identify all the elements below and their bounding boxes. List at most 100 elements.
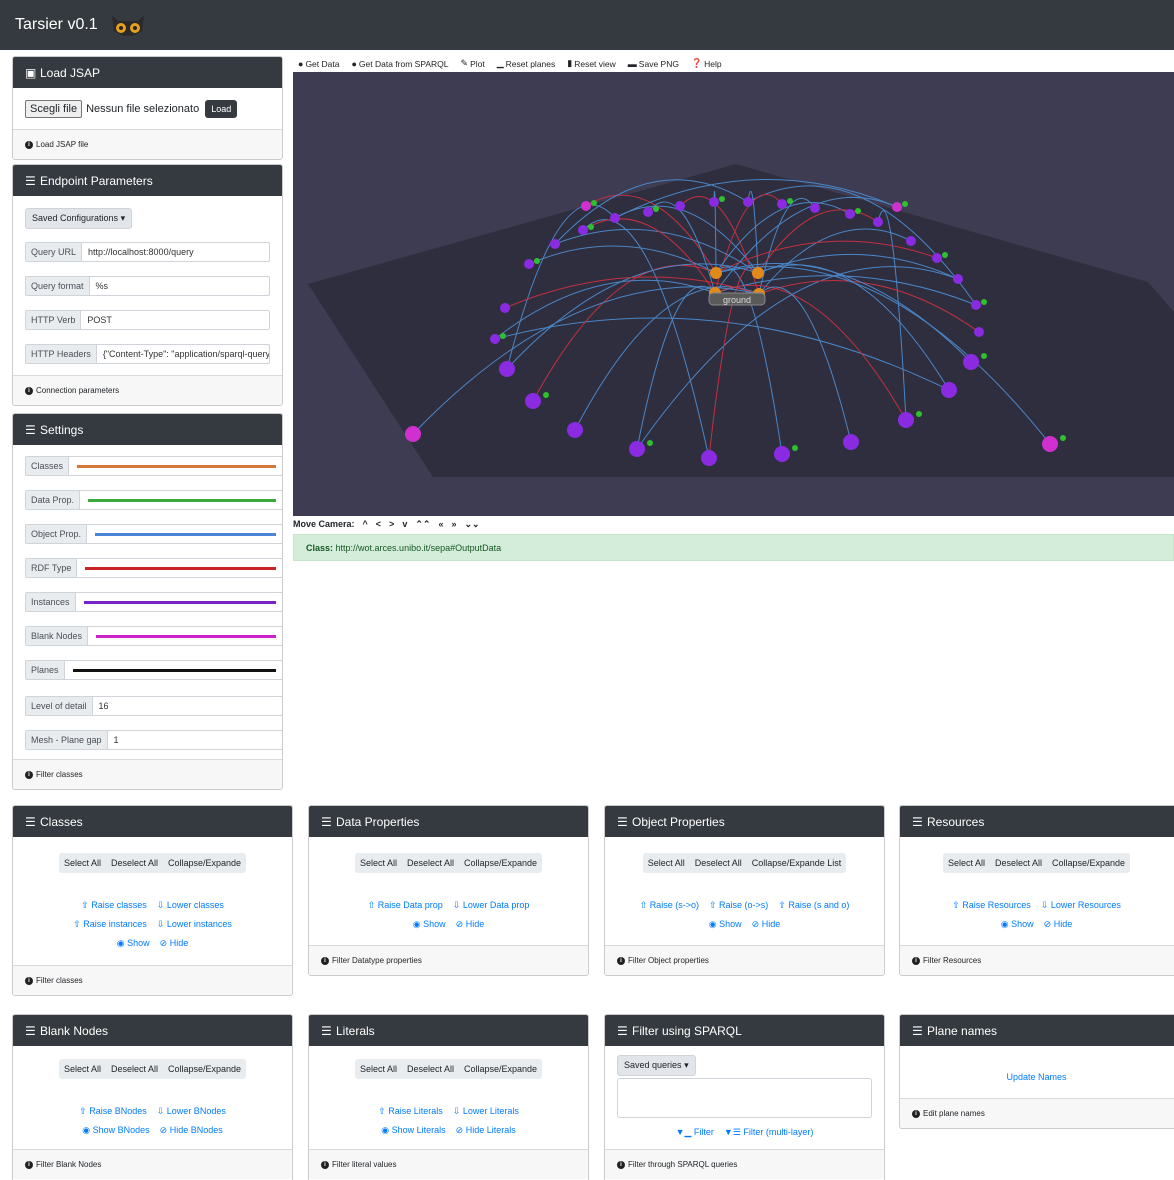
blank-node[interactable] [405, 426, 421, 442]
select-all-button[interactable]: Select All [59, 1059, 106, 1079]
select-all-button[interactable]: Select All [59, 853, 106, 873]
show-link[interactable]: ◉ Show [117, 938, 150, 949]
http-headers-field[interactable]: HTTP Headers {"Content-Type": "applicati… [25, 344, 270, 364]
mesh-plane-gap-field[interactable]: Mesh - Plane gap 1 [25, 730, 282, 750]
reset-view-button[interactable]: ▮ Reset view [567, 58, 616, 69]
collapse-expand-button[interactable]: Collapse/Expande [459, 1059, 542, 1079]
literal-node[interactable] [1060, 435, 1066, 441]
instance-node[interactable] [941, 382, 957, 398]
instance-node[interactable] [845, 209, 855, 219]
deselect-all-button[interactable]: Deselect All [106, 853, 163, 873]
rdf-type-color-field[interactable]: RDF Type [25, 558, 282, 578]
instance-node[interactable] [610, 213, 620, 223]
choose-file-button[interactable]: Scegli file [25, 100, 83, 118]
instance-node[interactable] [974, 327, 984, 337]
lower-classes-link[interactable]: ⇩ Lower classes [157, 900, 224, 911]
planes-color-field[interactable]: Planes [25, 660, 282, 680]
hide-link[interactable]: ⊘ Hide [456, 919, 485, 930]
collapse-expand-button[interactable]: Collapse/Expande [163, 853, 246, 873]
instance-node[interactable] [743, 197, 753, 207]
literal-node[interactable] [588, 224, 594, 230]
classes-color-field[interactable]: Classes [25, 456, 282, 476]
literal-node[interactable] [653, 206, 659, 212]
collapse-expand-button[interactable]: Collapse/Expande [459, 853, 542, 873]
deselect-all-button[interactable]: Deselect All [106, 1059, 163, 1079]
literal-node[interactable] [902, 201, 908, 207]
lower-resources-link[interactable]: ⇩ Lower Resources [1041, 900, 1121, 911]
literal-node[interactable] [942, 252, 948, 258]
raise-resources-link[interactable]: ⇧ Raise Resources [952, 900, 1031, 911]
plot-button[interactable]: ✎ Plot [461, 58, 485, 69]
get-data-button[interactable]: ● Get Data [298, 59, 339, 69]
deselect-all-button[interactable]: Deselect All [690, 853, 747, 873]
show-link[interactable]: ◉ Show [1001, 919, 1034, 930]
literal-node[interactable] [792, 445, 798, 451]
hide-link[interactable]: ⊘ Hide [752, 919, 781, 930]
instance-node[interactable] [906, 236, 916, 246]
instance-node[interactable] [490, 334, 500, 344]
instance-node[interactable] [774, 446, 790, 462]
select-all-button[interactable]: Select All [943, 853, 990, 873]
reset-planes-button[interactable]: ▁ Reset planes [497, 58, 556, 69]
literal-node[interactable] [591, 200, 597, 206]
instances-color-field[interactable]: Instances [25, 592, 282, 612]
instance-node[interactable] [524, 259, 534, 269]
blank-nodes-color-field[interactable]: Blank Nodes [25, 626, 282, 646]
show-bnodes-link[interactable]: ◉ Show BNodes [82, 1125, 149, 1136]
instance-node[interactable] [709, 197, 719, 207]
select-all-button[interactable]: Select All [355, 853, 402, 873]
literal-node[interactable] [981, 299, 987, 305]
sparql-query-textarea[interactable] [617, 1078, 872, 1118]
literal-node[interactable] [500, 333, 506, 339]
instance-node[interactable] [701, 450, 717, 466]
literal-node[interactable] [719, 196, 725, 202]
literal-node[interactable] [981, 353, 987, 359]
camera-rotate-left-button[interactable]: « [438, 519, 443, 530]
instance-node[interactable] [810, 203, 820, 213]
level-of-detail-field[interactable]: Level of detail 16 [25, 696, 282, 716]
literal-node[interactable] [534, 258, 540, 264]
collapse-expand-button[interactable]: Collapse/Expande [1047, 853, 1130, 873]
blank-node[interactable] [892, 202, 902, 212]
raise-data-prop-link[interactable]: ⇧ Raise Data prop [368, 900, 443, 911]
raise-classes-link[interactable]: ⇧ Raise classes [81, 900, 147, 911]
instance-node[interactable] [525, 393, 541, 409]
instance-node[interactable] [550, 239, 560, 249]
deselect-all-button[interactable]: Deselect All [990, 853, 1047, 873]
save-png-button[interactable]: ▬ Save PNG [628, 59, 679, 69]
instance-node[interactable] [898, 412, 914, 428]
raise-s-o-link[interactable]: ⇧ Raise (s->o) [640, 900, 699, 911]
instance-node[interactable] [932, 253, 942, 263]
camera-left-button[interactable]: < [376, 519, 381, 530]
literal-node[interactable] [647, 440, 653, 446]
object-prop-color-field[interactable]: Object Prop. [25, 524, 282, 544]
query-url-field[interactable]: Query URL http://localhost:8000/query [25, 242, 270, 262]
instance-node[interactable] [643, 207, 653, 217]
instance-node[interactable] [843, 434, 859, 450]
raise-instances-link[interactable]: ⇧ Raise instances [73, 919, 147, 930]
update-names-link[interactable]: Update Names [1006, 1072, 1066, 1082]
instance-node[interactable] [953, 274, 963, 284]
blank-node[interactable] [581, 201, 591, 211]
instance-node[interactable] [963, 354, 979, 370]
instance-node[interactable] [873, 217, 883, 227]
hide-link[interactable]: ⊘ Hide [1044, 919, 1073, 930]
instance-node[interactable] [578, 225, 588, 235]
select-all-button[interactable]: Select All [355, 1059, 402, 1079]
lower-instances-link[interactable]: ⇩ Lower instances [157, 919, 232, 930]
lower-data-prop-link[interactable]: ⇩ Lower Data prop [453, 900, 530, 911]
graph-3d-canvas[interactable]: ground [293, 72, 1174, 516]
camera-down-button[interactable]: v [402, 519, 407, 530]
load-button[interactable]: Load [205, 100, 238, 118]
filter-multi-layer-link[interactable]: ▼☰ Filter (multi-layer) [724, 1127, 814, 1138]
query-format-field[interactable]: Query format %s [25, 276, 270, 296]
filter-link[interactable]: ▼▁ Filter [676, 1127, 714, 1138]
blank-node[interactable] [1042, 436, 1058, 452]
data-prop-color-field[interactable]: Data Prop. [25, 490, 282, 510]
class-node[interactable] [710, 267, 722, 279]
lower-bnodes-link[interactable]: ⇩ Lower BNodes [157, 1106, 226, 1117]
select-all-button[interactable]: Select All [643, 853, 690, 873]
saved-queries-dropdown[interactable]: Saved queries ▾ [617, 1055, 696, 1076]
deselect-all-button[interactable]: Deselect All [402, 853, 459, 873]
http-verb-field[interactable]: HTTP Verb POST [25, 310, 270, 330]
